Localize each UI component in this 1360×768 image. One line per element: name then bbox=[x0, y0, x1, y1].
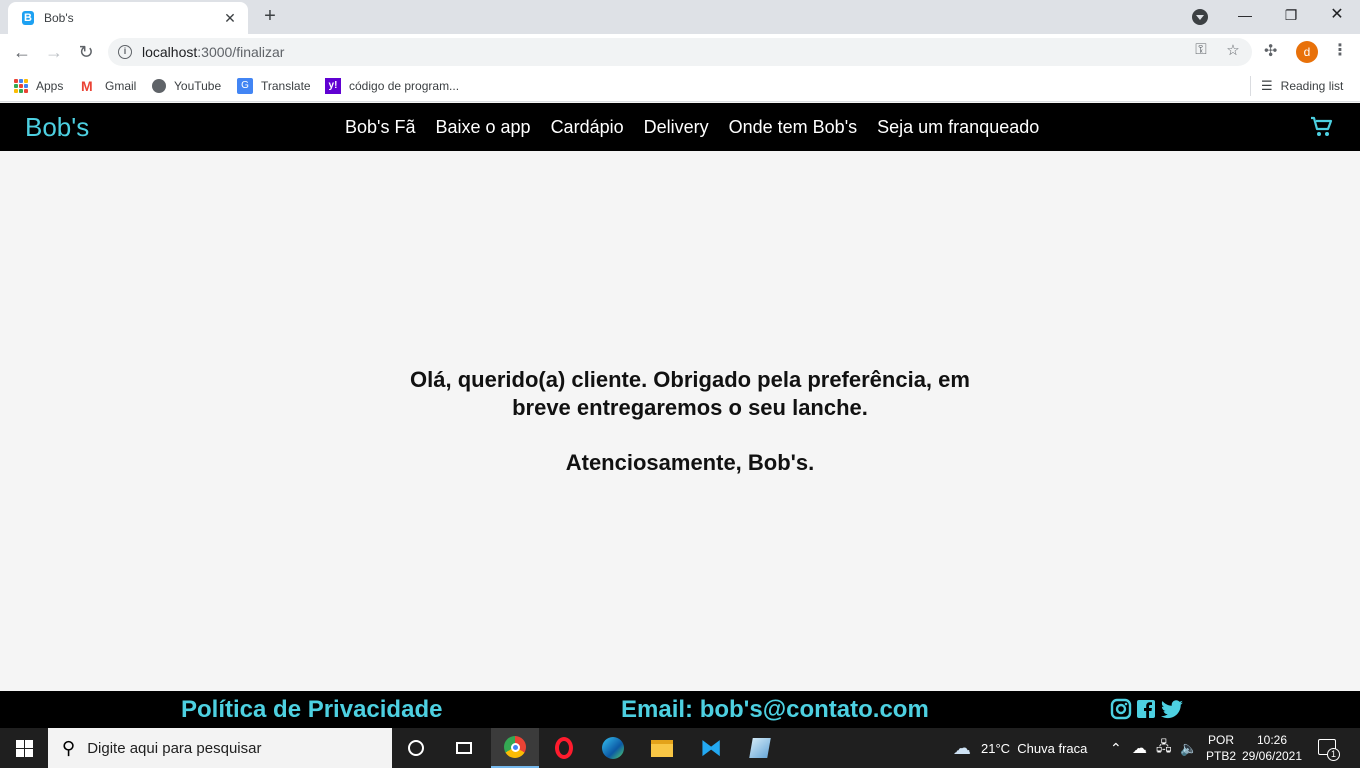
onedrive-icon[interactable]: ☁ bbox=[1132, 728, 1147, 768]
privacy-policy-link[interactable]: Política de Privacidade bbox=[181, 696, 442, 724]
nav-delivery[interactable]: Delivery bbox=[634, 117, 719, 138]
browser-toolbar: ← → ↻ i localhost:3000/finalizar ⚿ ☆ ✣ d… bbox=[0, 34, 1360, 70]
minimize-button[interactable]: — bbox=[1222, 4, 1268, 26]
taskbar-edge[interactable] bbox=[589, 728, 637, 768]
bookmark-star-icon[interactable]: ☆ bbox=[1222, 41, 1244, 59]
globe-icon bbox=[152, 79, 166, 93]
bookmark-apps[interactable]: Apps bbox=[14, 76, 63, 96]
site-footer: Política de Privacidade Email: bob's@con… bbox=[0, 691, 1360, 728]
windows-start-icon[interactable] bbox=[16, 740, 33, 757]
taskbar-opera[interactable] bbox=[540, 728, 588, 768]
profile-avatar[interactable]: d bbox=[1296, 41, 1318, 63]
bookmark-codigo[interactable]: y! código de program... bbox=[325, 76, 459, 96]
vscode-icon: ⧓ bbox=[700, 735, 722, 760]
volume-icon[interactable]: 🔈 bbox=[1180, 728, 1197, 768]
signoff-text: Atenciosamente, Bob's. bbox=[565, 450, 815, 475]
brand-logo[interactable]: Bob's bbox=[25, 112, 89, 143]
site-navbar: Bob's Bob's Fã Baixe o app Cardápio Deli… bbox=[0, 103, 1360, 151]
notepad-icon bbox=[749, 738, 771, 758]
cortana-circle-icon bbox=[408, 740, 424, 756]
nav-links: Bob's Fã Baixe o app Cardápio Delivery O… bbox=[335, 117, 1049, 138]
address-bar[interactable]: i localhost:3000/finalizar ⚿ ☆ bbox=[108, 38, 1252, 66]
reload-button[interactable]: ↻ bbox=[74, 40, 98, 64]
cortana-button[interactable] bbox=[392, 728, 440, 768]
bookmarks-bar: Apps M Gmail YouTube G Translate y! códi… bbox=[0, 70, 1360, 102]
nav-seja-um-franqueado[interactable]: Seja um franqueado bbox=[867, 117, 1049, 138]
tab-search-icon[interactable] bbox=[1192, 9, 1208, 25]
taskbar-app[interactable] bbox=[736, 728, 784, 768]
taskbar-chrome[interactable] bbox=[491, 728, 539, 768]
thank-you-message: Olá, querido(a) cliente. Obrigado pela p… bbox=[410, 367, 970, 420]
task-view-icon bbox=[456, 742, 472, 754]
key-icon[interactable]: ⚿ bbox=[1190, 41, 1212, 58]
extensions-puzzle-icon[interactable]: ✣ bbox=[1264, 41, 1277, 61]
browser-menu-icon[interactable]: ⋮ bbox=[1332, 40, 1348, 60]
new-tab-button[interactable]: + bbox=[259, 5, 281, 27]
weather-widget[interactable]: ☁ 21°C Chuva fraca bbox=[953, 728, 1087, 768]
edge-icon bbox=[602, 737, 624, 759]
tab-title: Bob's bbox=[44, 11, 74, 25]
instagram-icon[interactable] bbox=[1110, 698, 1132, 720]
opera-icon bbox=[555, 737, 573, 759]
notification-count-badge: 1 bbox=[1327, 748, 1340, 761]
show-hidden-icons-button[interactable]: ⌃ bbox=[1110, 728, 1122, 768]
forward-button[interactable]: → bbox=[42, 40, 66, 64]
apps-grid-icon bbox=[14, 79, 28, 93]
reading-list-button[interactable]: ☰ Reading list bbox=[1250, 76, 1343, 96]
shopping-cart-icon[interactable] bbox=[1310, 116, 1334, 138]
bookmark-gmail[interactable]: M Gmail bbox=[81, 76, 136, 96]
taskbar-file-explorer[interactable] bbox=[638, 728, 686, 768]
social-links bbox=[1110, 698, 1184, 720]
google-translate-icon: G bbox=[237, 78, 253, 94]
nav-baixe-o-app[interactable]: Baixe o app bbox=[425, 117, 540, 138]
bookmark-youtube[interactable]: YouTube bbox=[152, 76, 221, 96]
task-view-button[interactable] bbox=[440, 728, 488, 768]
close-tab-icon[interactable]: ✕ bbox=[222, 10, 238, 27]
taskbar-search-input[interactable]: ⚲ Digite aqui para pesquisar bbox=[48, 728, 392, 768]
yahoo-icon: y! bbox=[325, 78, 341, 94]
url-text: localhost:3000/finalizar bbox=[142, 44, 285, 60]
bookmark-translate[interactable]: G Translate bbox=[237, 76, 311, 96]
taskbar-vscode[interactable]: ⧓ bbox=[687, 728, 735, 768]
reading-list-icon: ☰ bbox=[1261, 78, 1273, 93]
input-language[interactable]: POR PTB2 bbox=[1206, 732, 1236, 764]
close-window-button[interactable]: ✕ bbox=[1314, 4, 1360, 26]
nav-onde-tem-bobs[interactable]: Onde tem Bob's bbox=[719, 117, 868, 138]
gmail-icon: M bbox=[81, 78, 93, 94]
restore-button[interactable]: ❐ bbox=[1268, 4, 1314, 26]
twitter-icon[interactable] bbox=[1160, 698, 1184, 720]
site-info-icon[interactable]: i bbox=[118, 45, 132, 59]
folder-icon bbox=[651, 739, 673, 757]
chevron-up-icon: ⌃ bbox=[1110, 739, 1122, 756]
windows-taskbar: ⚲ Digite aqui para pesquisar ⧓ ☁ 21°C Ch… bbox=[0, 728, 1360, 768]
search-icon: ⚲ bbox=[62, 737, 76, 758]
rain-cloud-icon: ☁ bbox=[953, 737, 971, 758]
chrome-icon bbox=[504, 736, 526, 758]
browser-tabstrip: B Bob's ✕ + — ❐ ✕ bbox=[0, 0, 1360, 34]
main-content: Olá, querido(a) cliente. Obrigado pela p… bbox=[0, 151, 1360, 691]
nav-cardapio[interactable]: Cardápio bbox=[541, 117, 634, 138]
bobs-favicon-icon: B bbox=[22, 11, 34, 25]
browser-tab[interactable]: B Bob's ✕ bbox=[8, 2, 248, 34]
contact-email[interactable]: Email: bob's@contato.com bbox=[621, 696, 929, 724]
network-icon[interactable]: 🖧 bbox=[1156, 728, 1172, 768]
nav-bobs-fa[interactable]: Bob's Fã bbox=[335, 117, 425, 138]
facebook-icon[interactable] bbox=[1136, 698, 1156, 720]
system-clock[interactable]: 10:26 29/06/2021 bbox=[1240, 732, 1304, 764]
back-button[interactable]: ← bbox=[10, 40, 34, 64]
